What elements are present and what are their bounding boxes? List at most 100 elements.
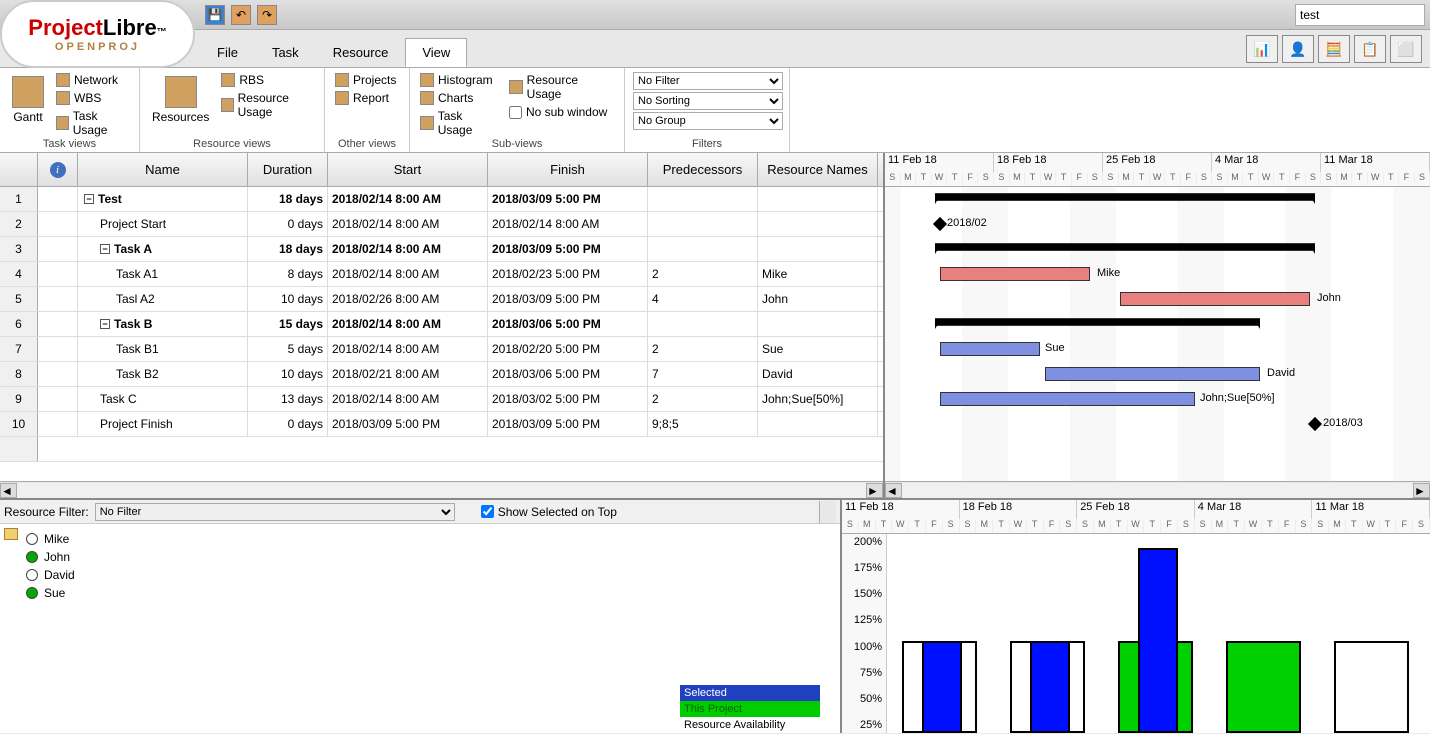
row-info[interactable] (38, 337, 78, 361)
no-sub-window-checkbox[interactable]: No sub window (507, 104, 616, 120)
gantt-button[interactable]: Gantt (8, 72, 48, 128)
col-rownum[interactable] (0, 153, 38, 186)
cell-duration[interactable]: 13 days (248, 387, 328, 411)
save-icon[interactable]: 💾 (205, 5, 225, 25)
task-usage-button[interactable]: Task Usage (54, 108, 131, 138)
table-row[interactable]: 4 Task A1 8 days 2018/02/14 8:00 AM 2018… (0, 262, 883, 287)
gantt-hscroll[interactable]: ◄ ► (885, 481, 1430, 498)
row-info[interactable] (38, 287, 78, 311)
scroll-right-icon[interactable]: ► (1413, 483, 1430, 498)
row-number[interactable]: 3 (0, 237, 38, 261)
cell-name[interactable]: −Test (78, 187, 248, 211)
cell-resources[interactable]: John;Sue[50%] (758, 387, 878, 411)
cell-resources[interactable] (758, 312, 878, 336)
row-info[interactable] (38, 237, 78, 261)
cell-resources[interactable] (758, 187, 878, 211)
hist-bar-selected[interactable] (1138, 548, 1178, 733)
gantt-bar[interactable] (935, 318, 1260, 326)
hist-bar-availability[interactable] (1334, 641, 1409, 734)
cell-resources[interactable] (758, 212, 878, 236)
list-view-icon[interactable]: 📋 (1354, 35, 1386, 63)
cell-predecessors[interactable] (648, 187, 758, 211)
cell-predecessors[interactable]: 4 (648, 287, 758, 311)
cell-duration[interactable]: 18 days (248, 237, 328, 261)
cell-name[interactable]: −Task B (78, 312, 248, 336)
cell-duration[interactable]: 10 days (248, 287, 328, 311)
row-number[interactable]: 2 (0, 212, 38, 236)
row-info[interactable] (38, 262, 78, 286)
row-number[interactable]: 7 (0, 337, 38, 361)
col-finish[interactable]: Finish (488, 153, 648, 186)
resource-dot-icon[interactable] (26, 533, 38, 545)
cell-resources[interactable] (758, 237, 878, 261)
gantt-bar[interactable] (935, 193, 1315, 201)
filter-select[interactable]: No Filter (633, 72, 783, 90)
cell-finish[interactable]: 2018/03/02 5:00 PM (488, 387, 648, 411)
resource-usage-sub-button[interactable]: Resource Usage (507, 72, 616, 102)
gantt-bar[interactable] (935, 243, 1315, 251)
histogram-chart[interactable] (887, 534, 1430, 733)
gantt-bar[interactable] (933, 217, 947, 231)
row-number[interactable]: 5 (0, 287, 38, 311)
table-row[interactable]: 1 −Test 18 days 2018/02/14 8:00 AM 2018/… (0, 187, 883, 212)
col-start[interactable]: Start (328, 153, 488, 186)
row-number[interactable]: 8 (0, 362, 38, 386)
cell-resources[interactable] (758, 412, 878, 436)
cell-predecessors[interactable]: 2 (648, 262, 758, 286)
gantt-bar[interactable] (940, 267, 1090, 281)
projects-button[interactable]: Projects (333, 72, 398, 88)
col-name[interactable]: Name (78, 153, 248, 186)
scroll-left-icon[interactable]: ◄ (885, 483, 902, 498)
row-info[interactable] (38, 412, 78, 436)
cell-predecessors[interactable]: 2 (648, 387, 758, 411)
charts-button[interactable]: Charts (418, 90, 501, 106)
row-number[interactable]: 6 (0, 312, 38, 336)
cell-start[interactable]: 2018/02/14 8:00 AM (328, 262, 488, 286)
expand-icon[interactable]: − (100, 319, 110, 329)
sorting-select[interactable]: No Sorting (633, 92, 783, 110)
cell-name[interactable]: Task B2 (78, 362, 248, 386)
row-number[interactable]: 4 (0, 262, 38, 286)
table-row[interactable]: 10 Project Finish 0 days 2018/03/09 5:00… (0, 412, 883, 437)
hist-bar-project[interactable] (1226, 641, 1301, 734)
col-predecessors[interactable]: Predecessors (648, 153, 758, 186)
gantt-bar[interactable] (1120, 292, 1310, 306)
task-usage-sub-button[interactable]: Task Usage (418, 108, 501, 138)
scroll-track[interactable] (17, 483, 866, 498)
table-row[interactable]: 2 Project Start 0 days 2018/02/14 8:00 A… (0, 212, 883, 237)
resource-usage-button[interactable]: Resource Usage (219, 90, 316, 120)
grid-view-icon[interactable]: 🧮 (1318, 35, 1350, 63)
table-row[interactable]: 7 Task B1 5 days 2018/02/14 8:00 AM 2018… (0, 337, 883, 362)
histogram-button[interactable]: Histogram (418, 72, 501, 88)
hist-bar-selected[interactable] (922, 641, 962, 734)
cell-resources[interactable]: David (758, 362, 878, 386)
cell-start[interactable]: 2018/02/14 8:00 AM (328, 337, 488, 361)
cell-start[interactable]: 2018/02/14 8:00 AM (328, 312, 488, 336)
cell-finish[interactable]: 2018/02/23 5:00 PM (488, 262, 648, 286)
table-row[interactable]: 9 Task C 13 days 2018/02/14 8:00 AM 2018… (0, 387, 883, 412)
col-info[interactable]: i (38, 153, 78, 186)
redo-icon[interactable]: ↷ (257, 5, 277, 25)
blank-view-icon[interactable]: ⬜ (1390, 35, 1422, 63)
cell-finish[interactable]: 2018/03/09 5:00 PM (488, 287, 648, 311)
resource-item[interactable]: David (6, 566, 834, 584)
cell-finish[interactable]: 2018/02/20 5:00 PM (488, 337, 648, 361)
expand-icon[interactable]: − (100, 244, 110, 254)
row-number[interactable]: 10 (0, 412, 38, 436)
cell-finish[interactable]: 2018/03/06 5:00 PM (488, 312, 648, 336)
vscroll-icon[interactable] (819, 501, 836, 523)
resource-item[interactable]: Sue (6, 584, 834, 602)
row-info[interactable] (38, 187, 78, 211)
resources-button[interactable]: Resources (148, 72, 213, 128)
wbs-button[interactable]: WBS (54, 90, 131, 106)
gantt-body[interactable]: 2018/02MikeJohnSueDavidJohn;Sue[50%]2018… (885, 187, 1430, 481)
cell-predecessors[interactable] (648, 312, 758, 336)
cell-finish[interactable]: 2018/03/09 5:00 PM (488, 187, 648, 211)
row-number[interactable]: 1 (0, 187, 38, 211)
cell-start[interactable]: 2018/02/21 8:00 AM (328, 362, 488, 386)
resource-dot-icon[interactable] (26, 551, 38, 563)
cell-start[interactable]: 2018/02/14 8:00 AM (328, 187, 488, 211)
cell-finish[interactable]: 2018/03/09 5:00 PM (488, 412, 648, 436)
folder-icon[interactable] (4, 528, 18, 540)
resource-filter-select[interactable]: No Filter (95, 503, 455, 521)
